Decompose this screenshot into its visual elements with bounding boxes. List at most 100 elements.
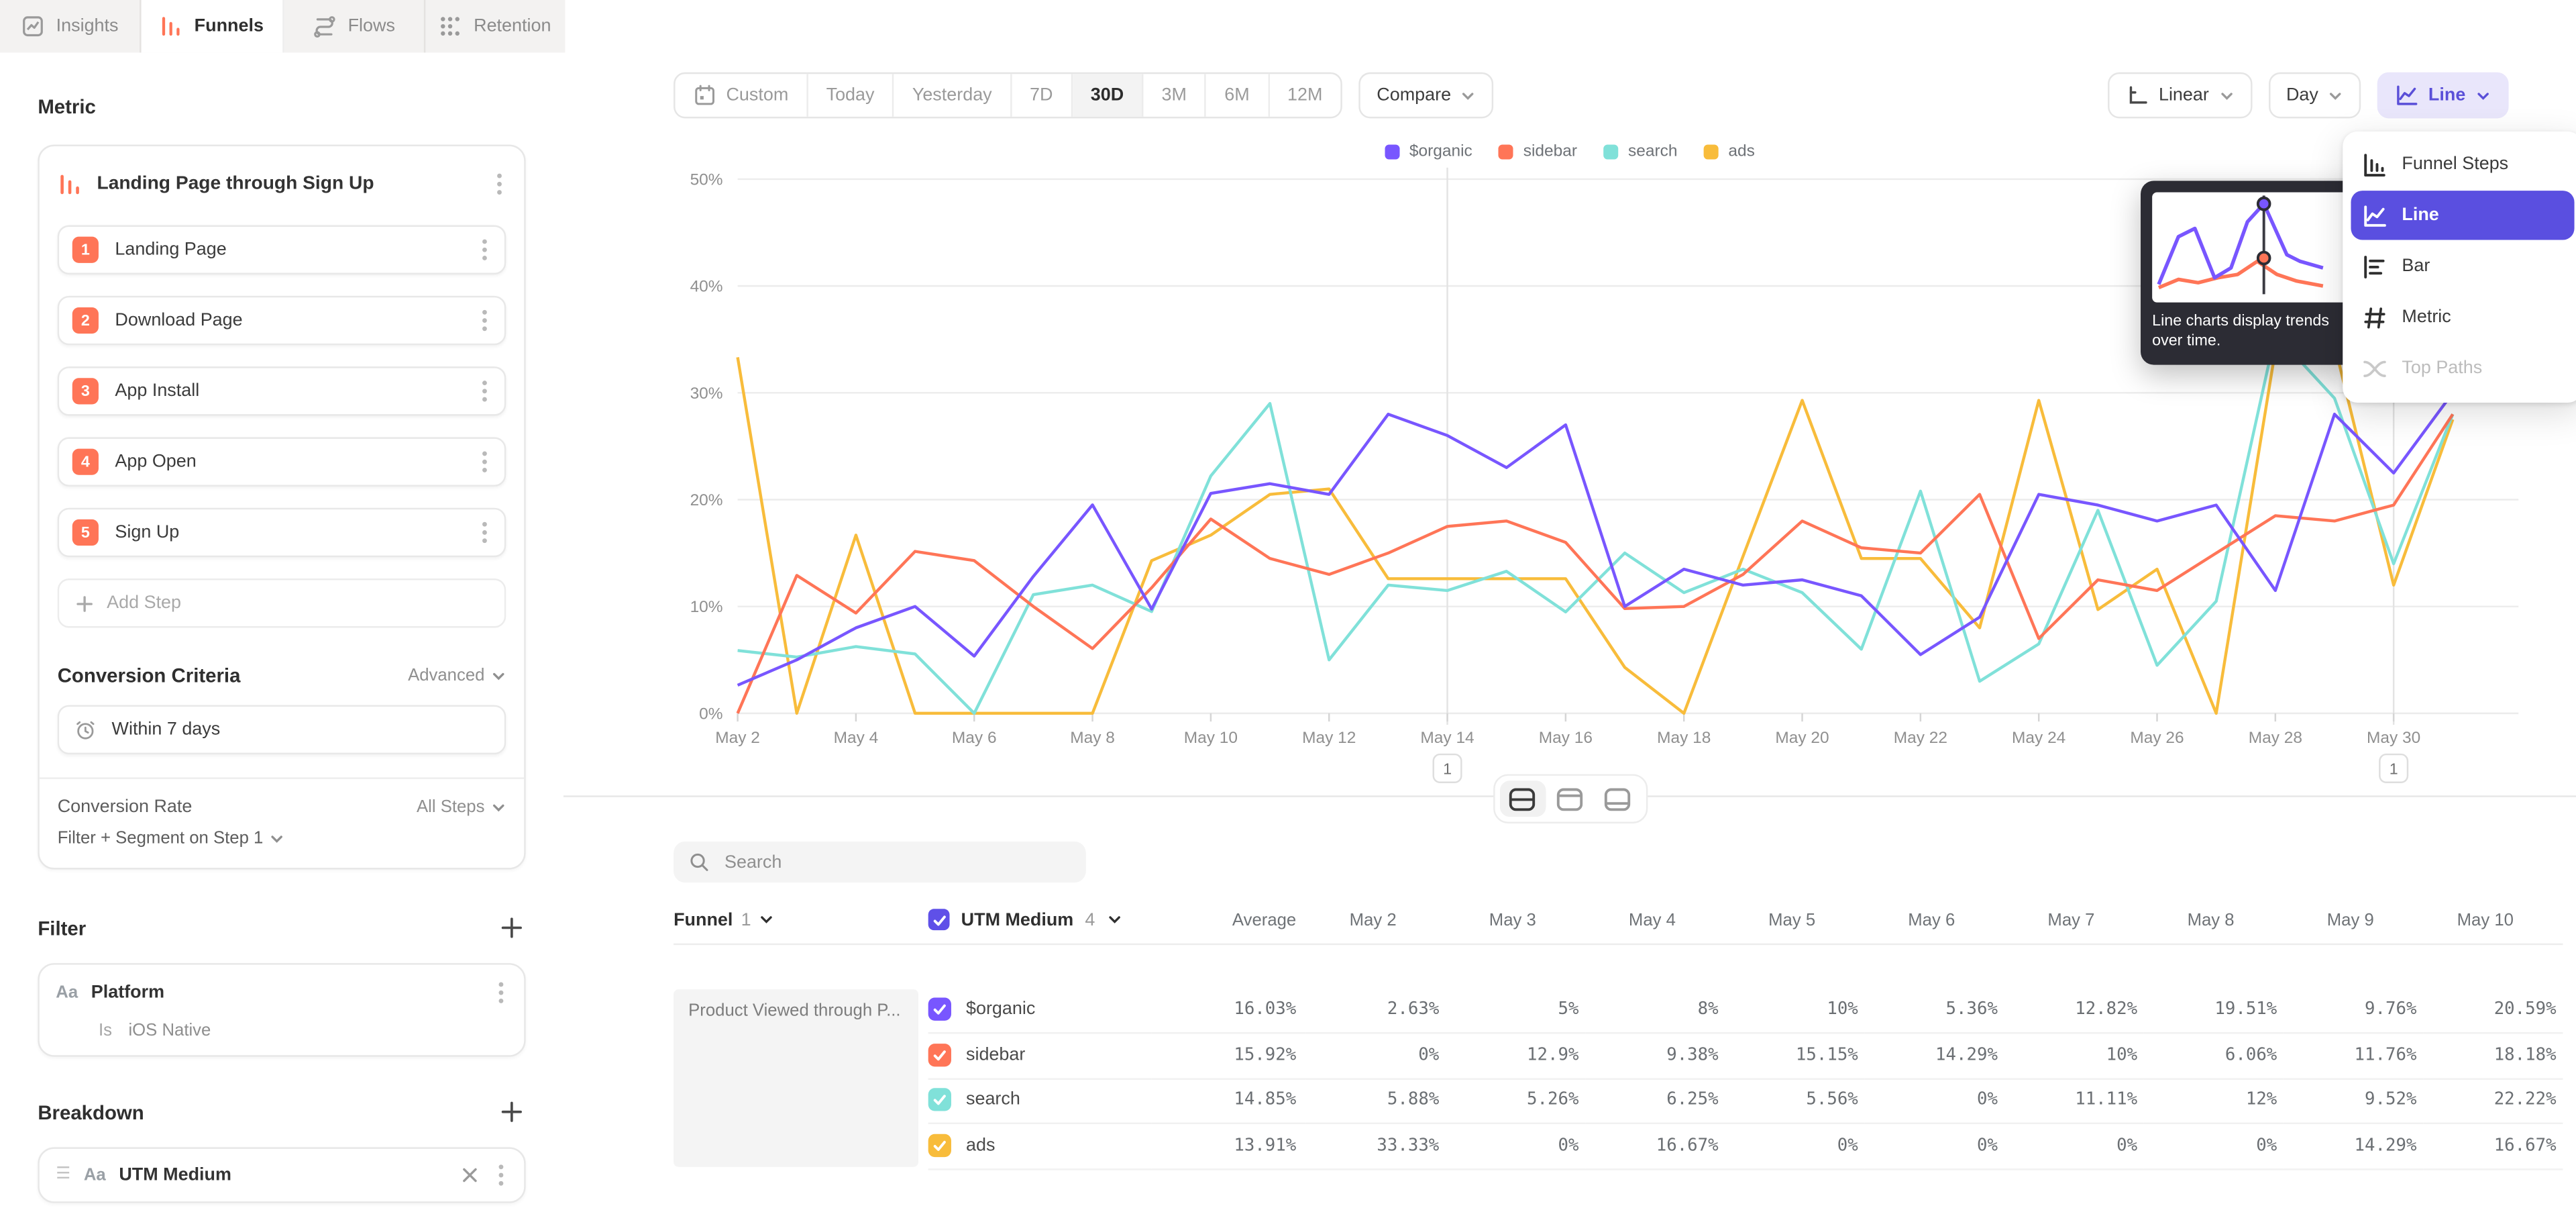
value-cell: 5.26% — [1446, 1077, 1585, 1124]
annotation-badge[interactable]: 1 — [2379, 754, 2408, 783]
interval-dropdown-button[interactable]: Day — [2268, 72, 2361, 119]
range-30d[interactable]: 30D — [1073, 74, 1144, 117]
table-row-organic[interactable]: $organic — [928, 987, 1152, 1034]
tab-insights[interactable]: Insights — [0, 0, 142, 52]
range-today[interactable]: Today — [808, 74, 894, 117]
series-checkbox[interactable] — [928, 1089, 951, 1111]
search-input[interactable] — [721, 850, 1071, 873]
range-custom[interactable]: Custom — [676, 74, 808, 117]
menu-item-label: Line — [2402, 205, 2438, 225]
table-row-search[interactable]: search — [928, 1077, 1152, 1124]
breakdown-kebab-icon[interactable] — [494, 1160, 508, 1190]
split-view-button[interactable] — [1499, 781, 1546, 817]
kebab-icon[interactable] — [478, 517, 492, 547]
funnel-step-download-page[interactable]: 2Download Page — [58, 296, 506, 345]
series-checkbox[interactable] — [928, 1043, 951, 1066]
tab-funnels[interactable]: Funnels — [142, 0, 283, 52]
column-header-may-10[interactable]: May 10 — [2423, 899, 2563, 942]
legend-label: $organic — [1409, 143, 1472, 161]
funnel-step-app-open[interactable]: 4App Open — [58, 437, 506, 486]
add-filter-button[interactable] — [498, 914, 526, 942]
all-steps-dropdown[interactable]: All Steps — [417, 797, 506, 817]
tab-retention[interactable]: Retention — [425, 0, 566, 52]
value-cell: 6.25% — [1585, 1077, 1725, 1124]
filter-card-platform[interactable]: Aa Platform Is iOS Native — [38, 963, 525, 1057]
remove-breakdown-icon[interactable] — [458, 1164, 481, 1187]
menu-item-metric[interactable]: Metric — [2351, 293, 2574, 342]
series-line-ads — [738, 345, 2453, 713]
kebab-icon[interactable] — [478, 306, 492, 336]
funnel-step-landing-page[interactable]: 1Landing Page — [58, 225, 506, 274]
advanced-dropdown[interactable]: Advanced — [408, 666, 506, 685]
row-group-cell[interactable]: Product Viewed through P... — [674, 989, 918, 1166]
tab-flows[interactable]: Flows — [283, 0, 425, 52]
column-header-may-8[interactable]: May 8 — [2144, 899, 2284, 942]
filter-segment-step1-dropdown[interactable]: Filter + Segment on Step 1 — [58, 828, 506, 848]
compare-button[interactable]: Compare — [1358, 72, 1493, 119]
column-header-average[interactable]: Average — [1152, 899, 1306, 942]
table-row-ads[interactable]: ads — [928, 1123, 1152, 1170]
series-checkbox[interactable] — [928, 998, 951, 1021]
filter-operator[interactable]: Is — [99, 1021, 112, 1040]
add-step-button[interactable]: Add Step — [58, 578, 506, 627]
series-checkbox[interactable] — [928, 1134, 951, 1156]
funnel-step-app-install[interactable]: 3App Install — [58, 366, 506, 415]
menu-item-bar[interactable]: Bar — [2351, 242, 2574, 291]
scale-dropdown-button[interactable]: Linear — [2108, 72, 2251, 119]
select-all-checkbox[interactable] — [928, 909, 950, 931]
value-cell: 9.76% — [2284, 987, 2423, 1034]
metric-title: Landing Page through Sign Up — [97, 174, 478, 194]
table-row-sidebar[interactable]: sidebar — [928, 1032, 1152, 1079]
x-axis-label: May 20 — [1775, 729, 1829, 747]
column-header-may-2[interactable]: May 2 — [1306, 899, 1446, 942]
legend-item-ads[interactable]: ads — [1704, 143, 1755, 161]
column-header-may-9[interactable]: May 9 — [2284, 899, 2423, 942]
chart-view-button[interactable] — [1547, 781, 1593, 817]
column-header-may-6[interactable]: May 6 — [1865, 899, 2004, 942]
table-view-button[interactable] — [1595, 781, 1641, 817]
kebab-icon[interactable] — [478, 376, 492, 406]
legend-item-search[interactable]: search — [1603, 143, 1677, 161]
kebab-icon[interactable] — [478, 447, 492, 476]
value-cell: 15.15% — [1725, 1032, 1864, 1079]
conversion-criteria-title: Conversion Criteria — [58, 664, 241, 687]
value-cell: 2.63% — [1306, 987, 1446, 1034]
annotation-badge[interactable]: 1 — [1434, 754, 1462, 783]
add-breakdown-button[interactable] — [498, 1098, 526, 1126]
funnel-column-header[interactable]: Funnel1 — [674, 899, 928, 942]
breakdown-card-utm-medium[interactable]: ☰ Aa UTM Medium — [38, 1147, 525, 1203]
x-axis-label: May 12 — [1302, 729, 1356, 747]
menu-item-funnel-steps[interactable]: Funnel Steps — [2351, 140, 2574, 189]
metric-kebab-icon[interactable] — [493, 169, 506, 199]
funnel-step-sign-up[interactable]: 5Sign Up — [58, 508, 506, 557]
range-12m[interactable]: 12M — [1269, 74, 1340, 117]
column-header-may-7[interactable]: May 7 — [2004, 899, 2144, 942]
filter-value[interactable]: iOS Native — [128, 1021, 211, 1040]
kebab-icon[interactable] — [478, 235, 492, 264]
chart-type-label: Line — [2428, 85, 2465, 105]
menu-item-line[interactable]: Line — [2351, 191, 2574, 240]
column-header-may-3[interactable]: May 3 — [1446, 899, 1585, 942]
y-axis-label: 50% — [690, 171, 723, 189]
range-7d[interactable]: 7D — [1012, 74, 1073, 117]
column-header-may-5[interactable]: May 5 — [1725, 899, 1864, 942]
range-3m[interactable]: 3M — [1144, 74, 1207, 117]
value-cell: 10% — [2004, 1032, 2144, 1079]
drag-handle-icon[interactable]: ☰ — [56, 1167, 70, 1183]
legend-item-organic[interactable]: $organic — [1385, 143, 1472, 161]
x-axis-label: May 28 — [2249, 729, 2302, 747]
y-axis-label: 40% — [690, 278, 723, 296]
breakdown-column-header[interactable]: UTM Medium4 — [928, 899, 1152, 942]
report-tab-bar: InsightsFunnelsFlowsRetention — [0, 0, 565, 52]
chart-type-dropdown-button[interactable]: Line — [2377, 72, 2508, 119]
legend-item-sidebar[interactable]: sidebar — [1499, 143, 1577, 161]
column-header-may-4[interactable]: May 4 — [1585, 899, 1725, 942]
value-cell: 5.56% — [1725, 1077, 1864, 1124]
conversion-window-button[interactable]: Within 7 days — [58, 705, 506, 754]
step-label: Sign Up — [115, 523, 462, 542]
filter-kebab-icon[interactable] — [494, 978, 508, 1007]
range-6m[interactable]: 6M — [1206, 74, 1269, 117]
step-label: App Open — [115, 452, 462, 471]
range-yesterday[interactable]: Yesterday — [894, 74, 1012, 117]
svg-text:1: 1 — [2390, 760, 2398, 777]
